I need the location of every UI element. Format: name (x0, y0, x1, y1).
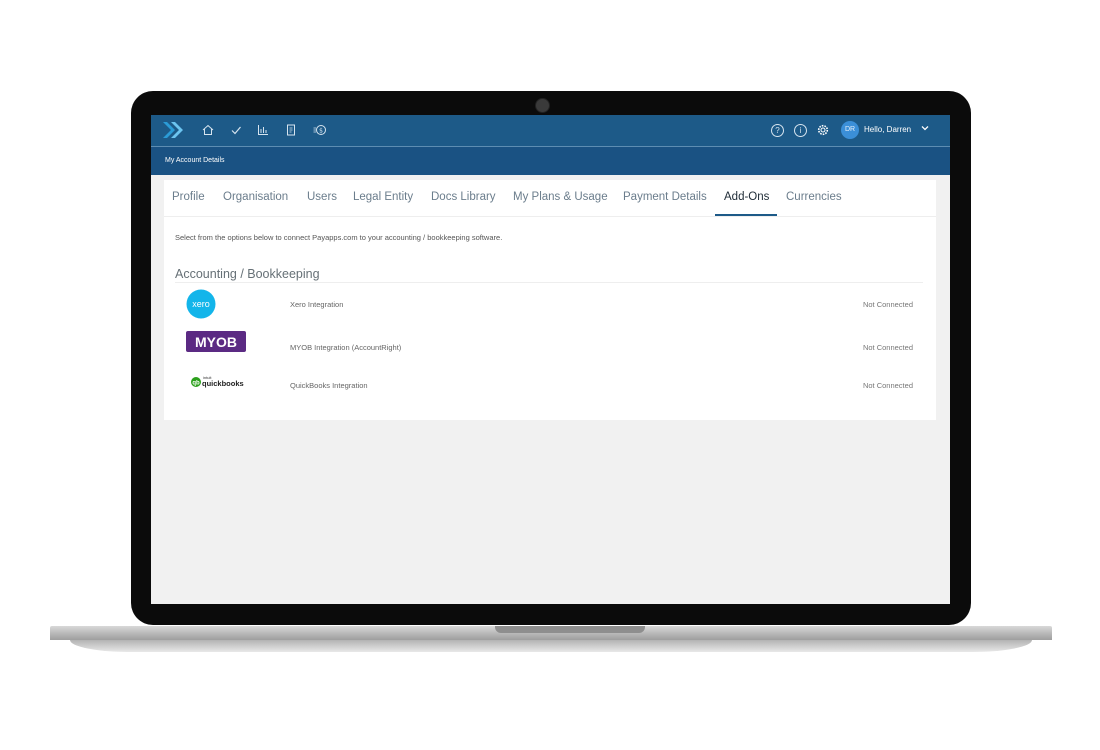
document-icon[interactable] (284, 124, 298, 138)
info-icon[interactable]: i (794, 124, 807, 137)
dollar-icon[interactable]: $ (313, 124, 327, 138)
tab-my-plans-usage[interactable]: My Plans & Usage (513, 191, 608, 203)
user-avatar[interactable]: DR (841, 121, 859, 139)
chevron-down-icon[interactable] (920, 123, 930, 135)
check-icon[interactable] (229, 124, 243, 138)
camera-icon (535, 98, 550, 113)
section-title: Accounting / Bookkeeping (175, 267, 320, 281)
tab-payment-details[interactable]: Payment Details (623, 191, 707, 203)
bar-chart-icon[interactable] (256, 124, 270, 138)
integration-row-xero[interactable]: xero Xero Integration Not Connected (164, 289, 936, 323)
section-divider (175, 282, 923, 283)
myob-logo: MYOB (186, 331, 246, 361)
xero-logo-text: xero (192, 299, 210, 309)
integration-name: MYOB Integration (AccountRight) (290, 343, 402, 352)
intro-text: Select from the options below to connect… (175, 233, 503, 242)
laptop-notch (495, 626, 645, 633)
integration-row-myob[interactable]: MYOB MYOB Integration (AccountRight) Not… (164, 331, 936, 365)
tab-docs-library[interactable]: Docs Library (431, 191, 496, 203)
tab-profile[interactable]: Profile (172, 191, 205, 203)
gear-icon[interactable] (816, 124, 830, 138)
integration-name: QuickBooks Integration (290, 381, 368, 390)
connection-status: Not Connected (862, 343, 913, 352)
integration-row-quickbooks[interactable]: qb intuit quickbooks QuickBooks Integrat… (164, 372, 936, 406)
active-tab-indicator (715, 214, 777, 216)
user-greeting[interactable]: Hello, Darren (864, 125, 911, 134)
account-details-card: Profile Organisation Users Legal Entity … (164, 180, 936, 420)
quickbooks-logo: qb intuit quickbooks (190, 372, 250, 402)
help-icon[interactable]: ? (771, 124, 784, 137)
page-title: My Account Details (165, 157, 225, 164)
home-icon[interactable] (201, 124, 215, 138)
myob-logo-text: MYOB (195, 334, 237, 350)
connection-status: Not Connected (862, 300, 913, 309)
tab-currencies[interactable]: Currencies (786, 191, 842, 203)
app-screen: $ ? i DR Hello, Darren My Account Detail… (151, 115, 950, 604)
top-navigation-bar: $ ? i DR Hello, Darren (151, 115, 950, 147)
tab-users[interactable]: Users (307, 191, 337, 203)
tab-add-ons[interactable]: Add-Ons (724, 191, 769, 203)
connection-status: Not Connected (862, 381, 913, 390)
svg-text:qb: qb (192, 381, 200, 387)
page-header-bar: My Account Details (151, 147, 950, 175)
integration-name: Xero Integration (290, 300, 344, 309)
quickbooks-logo-text: quickbooks (202, 379, 244, 388)
laptop-base-foot (70, 640, 1032, 652)
account-tabs: Profile Organisation Users Legal Entity … (164, 180, 936, 217)
svg-text:$: $ (319, 127, 323, 134)
payapps-logo-icon[interactable] (161, 121, 187, 144)
tab-organisation[interactable]: Organisation (223, 191, 288, 203)
tab-legal-entity[interactable]: Legal Entity (353, 191, 413, 203)
xero-logo: xero (186, 289, 246, 319)
